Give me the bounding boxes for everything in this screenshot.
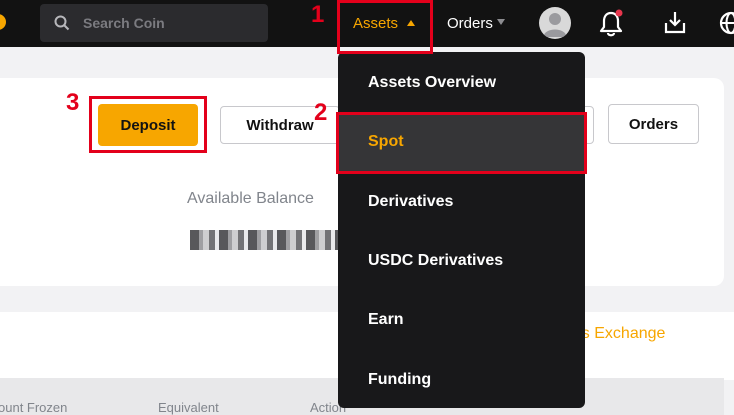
nav-orders-menu[interactable]: Orders [447, 15, 505, 32]
annotation-number-1: 1 [311, 1, 325, 28]
menu-item-derivatives[interactable]: Derivatives [338, 172, 585, 231]
orders-button[interactable]: Orders [608, 104, 699, 144]
nav-orders-label: Orders [447, 15, 493, 32]
user-icon [543, 13, 567, 37]
annotation-box-deposit [89, 96, 207, 153]
menu-item-assets-overview[interactable]: Assets Overview [338, 53, 585, 112]
annotation-box-spot [336, 112, 587, 174]
caret-down-icon [496, 19, 505, 25]
column-equivalent: Equivalent [158, 400, 219, 415]
logo[interactable] [0, 14, 6, 30]
bell-icon[interactable] [598, 9, 624, 37]
avatar[interactable] [539, 7, 571, 39]
menu-item-usdc-derivatives[interactable]: USDC Derivatives [338, 231, 585, 290]
download-icon[interactable] [663, 10, 687, 36]
available-balance-label: Available Balance [187, 190, 314, 207]
search-icon [54, 15, 70, 31]
search-placeholder: Search Coin [83, 15, 165, 31]
annotation-box-assets [337, 0, 433, 54]
annotation-number-2: 2 [314, 99, 328, 126]
globe-icon[interactable] [718, 10, 734, 36]
column-amount-frozen: ount Frozen [0, 400, 68, 415]
balance-value-redacted [190, 230, 338, 250]
menu-item-earn[interactable]: Earn [338, 290, 585, 349]
menu-item-funding[interactable]: Funding [338, 350, 585, 409]
annotation-number-3: 3 [66, 89, 80, 116]
search-input[interactable]: Search Coin [40, 4, 268, 42]
